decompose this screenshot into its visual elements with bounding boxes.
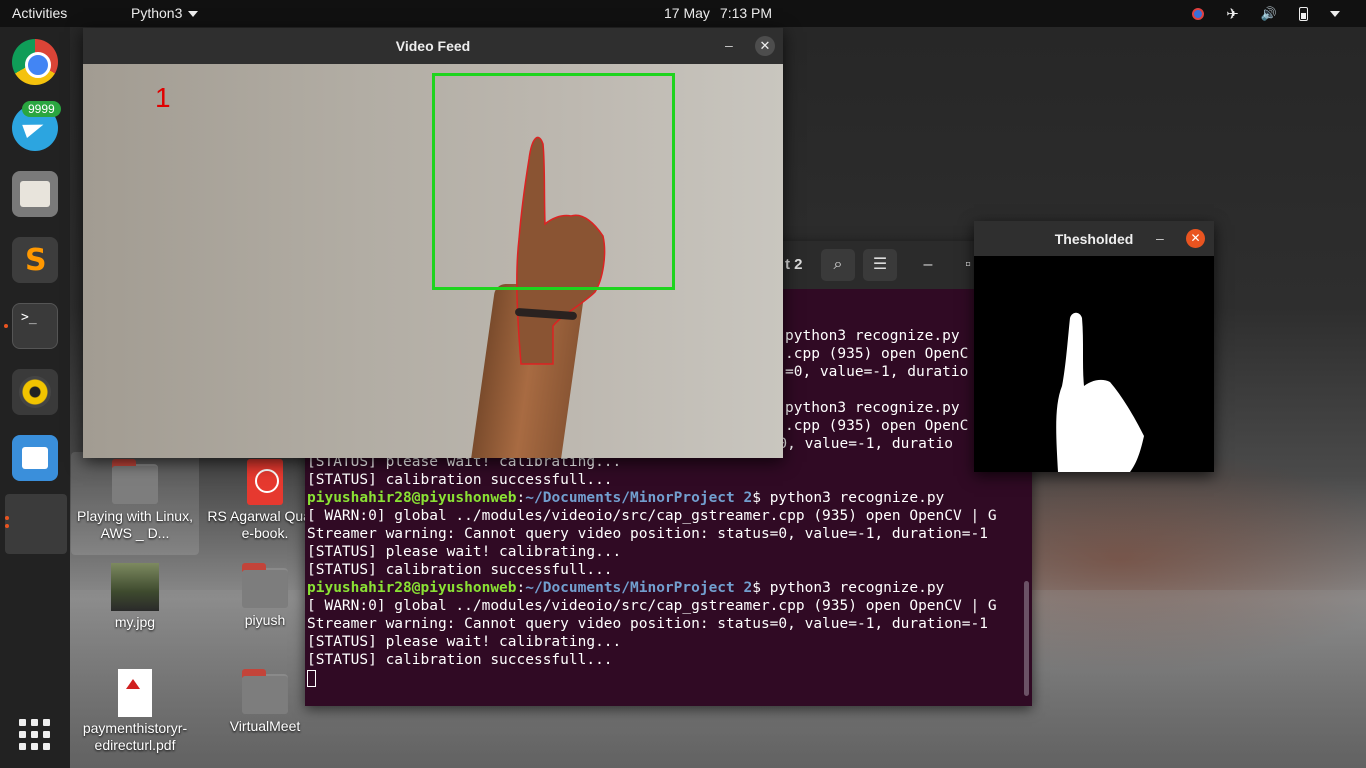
desktop-icon-payment-history[interactable]: paymenthistoryr-edirecturl.pdf — [70, 669, 200, 754]
terminal-cursor — [307, 669, 316, 687]
thresholded-titlebar[interactable]: Thesholded – ✕ — [974, 221, 1214, 256]
airplane-mode-icon[interactable]: ✈ — [1226, 5, 1239, 23]
minimize-icon[interactable]: – — [725, 37, 733, 53]
python-app-icon[interactable] — [5, 494, 67, 554]
terminal-line: [STATUS] please wait! calibrating... — [307, 634, 622, 650]
terminal-line: [STATUS] calibration successfull... — [307, 652, 613, 668]
desktop-icon-label: VirtualMeet — [229, 718, 301, 734]
terminal-icon[interactable] — [12, 303, 58, 349]
running-indicator — [5, 524, 9, 528]
close-icon[interactable]: ✕ — [1186, 229, 1205, 248]
desktop-icon-label: paymenthistoryr-edirecturl.pdf — [82, 720, 188, 753]
chrome-icon[interactable] — [12, 39, 58, 85]
folder-icon — [242, 669, 288, 714]
video-feed-window[interactable]: Video Feed – ✕ 1 — [83, 28, 783, 458]
image-thumbnail — [111, 563, 159, 611]
finger-count: 1 — [155, 82, 171, 113]
pdf-icon — [247, 459, 283, 505]
terminal-line: [ WARN:0] global ../modules/videoio/src/… — [307, 598, 997, 614]
app-menu-label: Python3 — [131, 5, 183, 21]
terminal-line: Streamer warning: Cannot query video pos… — [307, 526, 988, 542]
clock-date: 17 May — [664, 5, 710, 21]
clock[interactable]: 17 May 7:13 PM — [664, 5, 772, 21]
terminal-cursor-line — [307, 669, 1027, 687]
sublime-text-icon[interactable] — [12, 237, 58, 283]
terminal-line: [STATUS] calibration successfull... — [307, 562, 613, 578]
prompt-user: piyushahir28@piyushonweb — [307, 580, 517, 596]
folder-icon — [242, 563, 288, 608]
running-indicator — [4, 324, 8, 328]
terminal-line: piyushahir28@piyushonweb:~/Documents/Min… — [307, 579, 1027, 597]
battery-icon[interactable] — [1299, 7, 1308, 21]
prompt-command: $ python3 recognize.py — [752, 490, 945, 506]
rhythmbox-icon[interactable] — [12, 369, 58, 415]
terminal-scrollbar[interactable] — [1024, 581, 1029, 696]
terminal-line: [ WARN:0] global ../modules/videoio/src/… — [307, 508, 997, 524]
dock: 9999 — [0, 27, 70, 768]
desktop-icon-label: Playing with Linux, AWS _ D... — [77, 508, 193, 541]
minimize-icon[interactable]: – — [1156, 230, 1164, 246]
running-indicator — [5, 516, 9, 520]
desktop-icon-playing-with-linux[interactable]: Playing with Linux, AWS _ D... — [70, 459, 200, 542]
thresholded-title: Thesholded — [1054, 231, 1134, 247]
camera-frame: 1 — [83, 64, 783, 458]
terminal-line: [STATUS] please wait! calibrating... — [307, 544, 622, 560]
top-bar: Activities Python3 17 May 7:13 PM ✈ 🔊 — [0, 0, 1366, 27]
prompt-command: $ python3 recognize.py — [752, 580, 945, 596]
terminal-line: piyushahir28@piyushonweb:~/Documents/Min… — [307, 489, 1027, 507]
prompt-user: piyushahir28@piyushonweb — [307, 490, 517, 506]
desktop-icon-label: my.jpg — [114, 614, 156, 630]
terminal-title: t 2 — [785, 256, 803, 273]
video-feed-titlebar[interactable]: Video Feed – ✕ — [83, 28, 783, 64]
hamburger-menu-icon[interactable]: ☰ — [863, 249, 897, 281]
system-tray[interactable]: ✈ 🔊 — [1192, 5, 1340, 23]
show-applications-icon[interactable] — [19, 719, 51, 751]
close-icon[interactable]: ✕ — [755, 36, 775, 56]
chevron-down-icon — [188, 11, 199, 18]
volume-icon[interactable]: 🔊 — [1261, 6, 1277, 22]
threshold-mask-image — [1056, 312, 1144, 472]
desktop-icon-label: piyush — [244, 612, 286, 628]
prompt-path: ~/Documents/MinorProject 2 — [525, 580, 753, 596]
terminal-line: [STATUS] calibration successfull... — [307, 472, 613, 488]
search-icon[interactable]: ⌕ — [821, 249, 855, 281]
software-center-icon[interactable] — [12, 435, 58, 481]
clock-time: 7:13 PM — [719, 5, 773, 21]
terminal-line: Streamer warning: Cannot query video pos… — [307, 616, 988, 632]
desktop-icon-my-jpg[interactable]: my.jpg — [70, 563, 200, 631]
system-menu-icon[interactable] — [1330, 11, 1340, 17]
prompt-separator: : — [516, 580, 526, 596]
roi-box — [432, 73, 675, 290]
telegram-badge: 9999 — [22, 101, 61, 117]
activities-button[interactable]: Activities — [12, 5, 67, 21]
files-icon[interactable] — [12, 171, 58, 217]
screen-record-icon[interactable] — [1192, 8, 1205, 20]
prompt-path: ~/Documents/MinorProject 2 — [525, 490, 753, 506]
minimize-icon[interactable]: – — [911, 249, 945, 281]
app-menu[interactable]: Python3 — [131, 5, 199, 21]
folder-icon — [112, 459, 158, 504]
video-feed-title: Video Feed — [395, 38, 471, 54]
prompt-separator: : — [516, 490, 526, 506]
pdf-thumbnail — [118, 669, 152, 717]
thresholded-window[interactable]: Thesholded – ✕ — [974, 221, 1214, 472]
